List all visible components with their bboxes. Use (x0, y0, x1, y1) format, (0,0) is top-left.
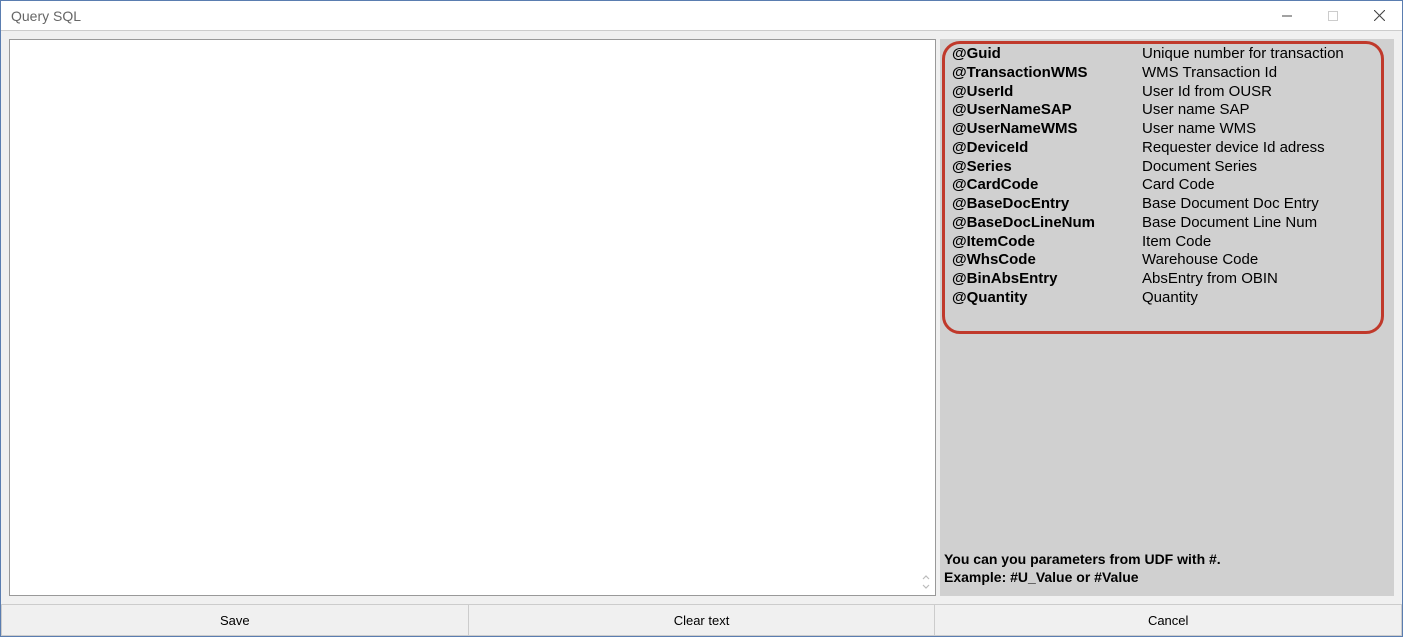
param-row: @GuidUnique number for transaction (952, 45, 1382, 64)
window-title: Query SQL (11, 8, 1264, 24)
param-key: @UserNameSAP (952, 101, 1142, 120)
param-key: @Guid (952, 45, 1142, 64)
param-row: @UserNameSAPUser name SAP (952, 101, 1382, 120)
param-row: @SeriesDocument Series (952, 158, 1382, 177)
query-textarea[interactable] (10, 40, 935, 595)
param-key: @Series (952, 158, 1142, 177)
param-desc: User name WMS (1142, 120, 1256, 139)
param-desc: Item Code (1142, 233, 1211, 252)
param-desc: Quantity (1142, 289, 1198, 308)
param-desc: WMS Transaction Id (1142, 64, 1277, 83)
param-row: @DeviceIdRequester device Id adress (952, 139, 1382, 158)
bottom-bar: Save Clear text Cancel (1, 604, 1402, 636)
close-button[interactable] (1356, 1, 1402, 30)
param-desc: Card Code (1142, 176, 1215, 195)
udf-hint: You can you parameters from UDF with #. … (940, 551, 1394, 596)
param-key: @ItemCode (952, 233, 1142, 252)
param-key: @UserNameWMS (952, 120, 1142, 139)
param-desc: Warehouse Code (1142, 251, 1258, 270)
param-desc: Unique number for transaction (1142, 45, 1344, 64)
clear-button[interactable]: Clear text (469, 604, 936, 636)
params-pane: @GuidUnique number for transaction@Trans… (940, 39, 1394, 596)
param-key: @BaseDocLineNum (952, 214, 1142, 233)
param-row: @BaseDocEntryBase Document Doc Entry (952, 195, 1382, 214)
param-key: @TransactionWMS (952, 64, 1142, 83)
param-key: @Quantity (952, 289, 1142, 308)
param-row: @TransactionWMSWMS Transaction Id (952, 64, 1382, 83)
param-desc: User name SAP (1142, 101, 1250, 120)
window-controls (1264, 1, 1402, 30)
param-key: @BaseDocEntry (952, 195, 1142, 214)
udf-hint-line2: Example: #U_Value or #Value (944, 569, 1394, 587)
params-list: @GuidUnique number for transaction@Trans… (940, 39, 1394, 308)
param-key: @CardCode (952, 176, 1142, 195)
param-row: @WhsCodeWarehouse Code (952, 251, 1382, 270)
param-key: @UserId (952, 83, 1142, 102)
param-row: @CardCodeCard Code (952, 176, 1382, 195)
param-row: @UserNameWMSUser name WMS (952, 120, 1382, 139)
param-row: @BinAbsEntryAbsEntry from OBIN (952, 270, 1382, 289)
param-desc: AbsEntry from OBIN (1142, 270, 1278, 289)
param-row: @QuantityQuantity (952, 289, 1382, 308)
param-key: @DeviceId (952, 139, 1142, 158)
param-desc: Document Series (1142, 158, 1257, 177)
udf-hint-line1: You can you parameters from UDF with #. (944, 551, 1394, 569)
param-key: @BinAbsEntry (952, 270, 1142, 289)
param-desc: Requester device Id adress (1142, 139, 1325, 158)
titlebar: Query SQL (1, 1, 1402, 31)
param-desc: Base Document Doc Entry (1142, 195, 1319, 214)
content-area: @GuidUnique number for transaction@Trans… (1, 31, 1402, 604)
param-key: @WhsCode (952, 251, 1142, 270)
query-pane (9, 39, 936, 596)
cancel-button[interactable]: Cancel (935, 604, 1402, 636)
param-row: @UserIdUser Id from OUSR (952, 83, 1382, 102)
param-row: @BaseDocLineNumBase Document Line Num (952, 214, 1382, 233)
param-row: @ItemCodeItem Code (952, 233, 1382, 252)
minimize-button[interactable] (1264, 1, 1310, 30)
param-desc: Base Document Line Num (1142, 214, 1317, 233)
param-desc: User Id from OUSR (1142, 83, 1272, 102)
save-button[interactable]: Save (1, 604, 469, 636)
maximize-button (1310, 1, 1356, 30)
